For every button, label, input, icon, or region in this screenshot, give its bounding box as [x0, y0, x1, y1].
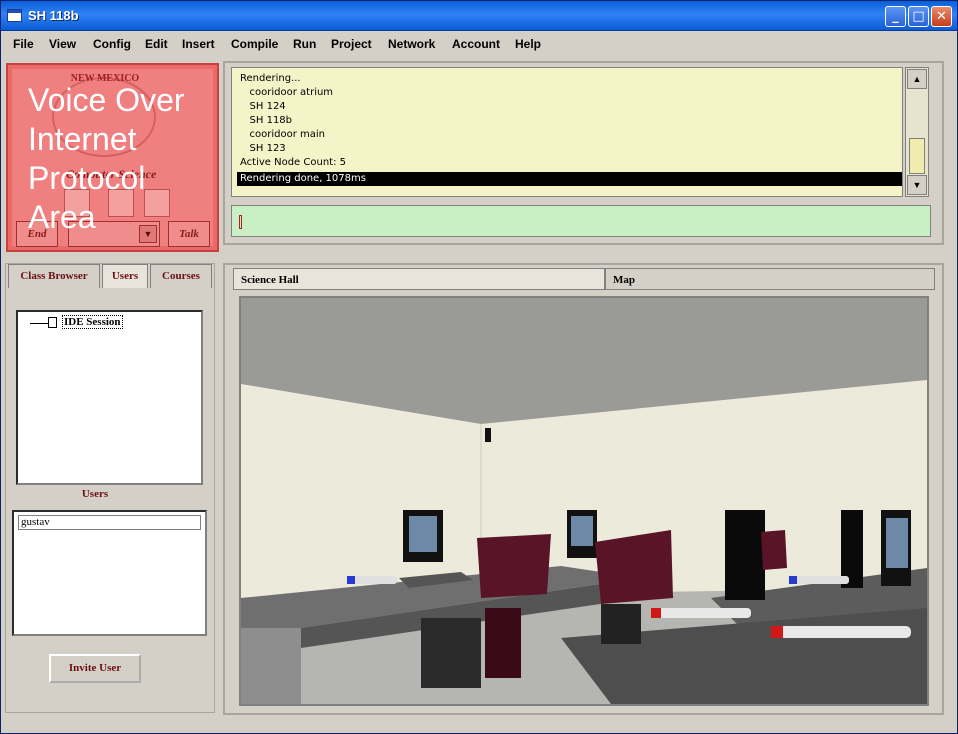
tab-class-browser[interactable]: Class Browser — [8, 264, 100, 288]
invite-user-button[interactable]: Invite User — [49, 654, 141, 683]
view-panel: Science Hall Map — [223, 263, 944, 715]
marker — [651, 608, 751, 618]
marker — [771, 626, 911, 638]
users-heading: Users — [81, 488, 109, 500]
menu-config[interactable]: Config — [93, 37, 131, 51]
close-button[interactable]: ✕ — [931, 6, 952, 27]
tab-courses[interactable]: Courses — [150, 264, 212, 288]
menu-project[interactable]: Project — [331, 37, 372, 51]
output-console[interactable]: Rendering... cooridoor atrium SH 124 SH … — [231, 67, 903, 197]
menu-file[interactable]: File — [13, 37, 34, 51]
minimize-button[interactable]: _ — [885, 6, 906, 27]
3d-scene-view[interactable] — [239, 296, 929, 706]
console-panel: Rendering... cooridoor atrium SH 124 SH … — [223, 61, 944, 245]
chair — [477, 534, 551, 598]
tab-users[interactable]: Users — [102, 264, 148, 288]
voip-area-label: Voice Over Internet Protocol Area — [28, 82, 185, 235]
console-line: Active Node Count: 5 — [240, 157, 346, 168]
menu-help[interactable]: Help — [515, 37, 541, 51]
list-item[interactable]: gustav — [18, 515, 201, 530]
console-line: SH 123 — [240, 143, 286, 154]
scroll-down-icon[interactable]: ▼ — [907, 175, 927, 195]
console-scrollbar[interactable]: ▲ ▼ — [905, 67, 929, 197]
marker — [789, 576, 849, 584]
menu-edit[interactable]: Edit — [145, 37, 168, 51]
tree-node-ide-session[interactable]: IDE Session — [62, 315, 123, 329]
tab-science-hall[interactable]: Science Hall — [233, 268, 605, 290]
maximize-button[interactable]: □ — [908, 6, 929, 27]
menu-insert[interactable]: Insert — [182, 37, 215, 51]
menu-run[interactable]: Run — [293, 37, 316, 51]
console-line: cooridoor atrium — [240, 87, 334, 98]
voip-area: NEW MEXICO Computer Science End ▼ Talk V… — [6, 63, 219, 252]
text-caret — [239, 215, 242, 229]
selected-line-text: Rendering done, 1078ms — [240, 173, 366, 184]
tree-connector — [30, 323, 48, 324]
console-line: Rendering... — [240, 73, 301, 84]
left-tab-panel: Class Browser Users Courses IDE Session … — [5, 263, 215, 713]
title-bar[interactable]: SH 118b _ □ ✕ — [1, 1, 957, 31]
document-icon — [48, 317, 57, 328]
scroll-thumb[interactable] — [909, 138, 925, 174]
menu-view[interactable]: View — [49, 37, 76, 51]
chair — [761, 530, 787, 570]
command-input[interactable] — [231, 205, 931, 237]
window-title: SH 118b — [28, 8, 79, 23]
status-bar — [1, 717, 957, 733]
rendered-room-image — [241, 298, 927, 704]
wall-sensor — [485, 428, 491, 442]
scroll-up-icon[interactable]: ▲ — [907, 69, 927, 89]
users-list[interactable]: gustav — [12, 510, 207, 636]
menu-account[interactable]: Account — [452, 37, 500, 51]
console-line: SH 124 — [240, 101, 286, 112]
console-line: SH 118b — [240, 115, 293, 126]
menu-compile[interactable]: Compile — [231, 37, 278, 51]
monitor — [725, 510, 765, 600]
console-line: cooridoor main — [240, 129, 326, 140]
menu-network[interactable]: Network — [388, 37, 435, 51]
chair-base — [421, 618, 481, 688]
chair — [595, 530, 673, 604]
menu-bar: File View Config Edit Insert Compile Run… — [1, 32, 957, 56]
ide-window: SH 118b _ □ ✕ File View Config Edit Inse… — [0, 0, 958, 734]
console-selected-line[interactable]: Rendering done, 1078ms — [237, 172, 902, 186]
tab-map[interactable]: Map — [605, 268, 935, 290]
session-tree[interactable]: IDE Session — [16, 310, 203, 485]
app-window-icon — [7, 9, 22, 22]
